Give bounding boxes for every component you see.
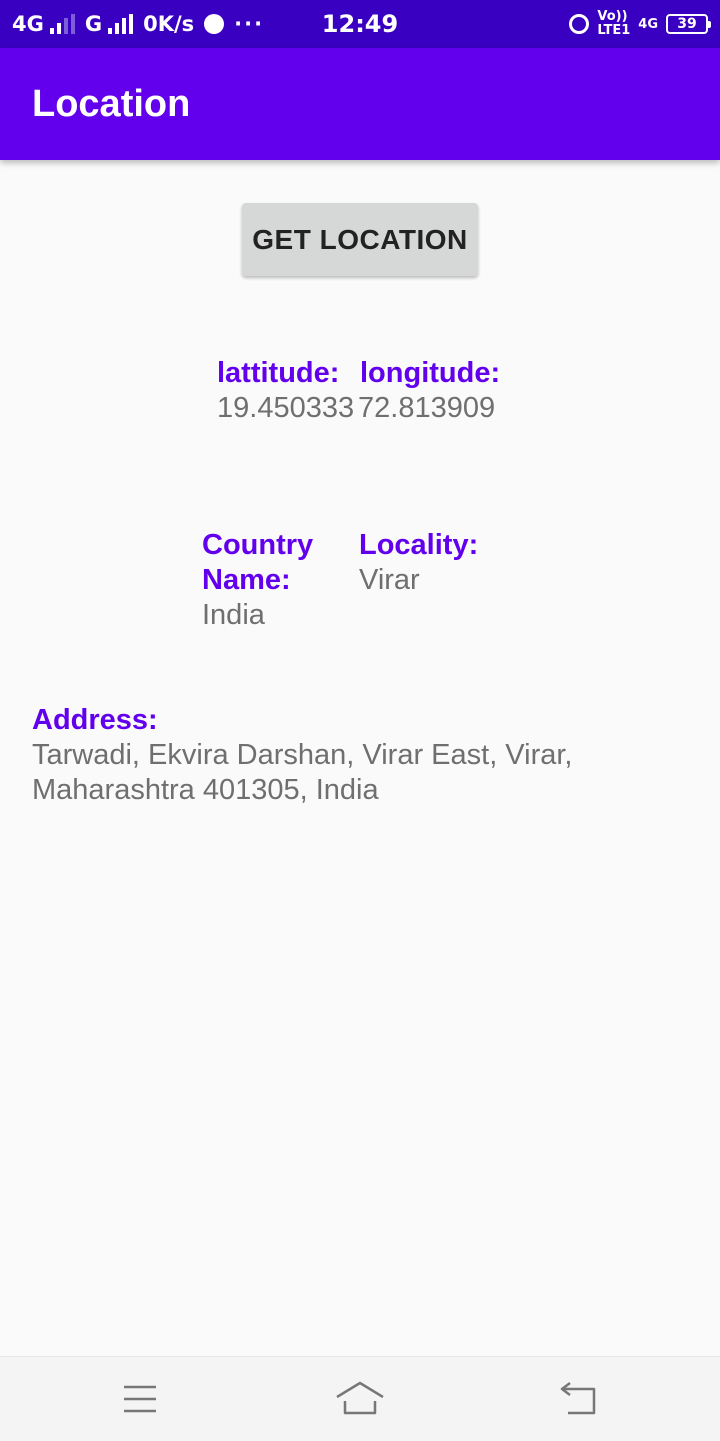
- country-label-line1: Country: [202, 529, 314, 561]
- longitude-label: longitude:: [360, 357, 501, 389]
- menu-icon[interactable]: [120, 1379, 160, 1419]
- battery-level: 39: [677, 16, 697, 32]
- latitude-label: lattitude:: [217, 357, 340, 389]
- network-4g-label: 4G: [638, 16, 658, 32]
- app-bar: Location: [0, 48, 720, 160]
- home-icon[interactable]: [335, 1379, 385, 1419]
- locality-value: Virar: [359, 564, 420, 596]
- alarm-icon: [569, 14, 590, 34]
- status-right: Vo)) LTE1 4G 39: [569, 0, 711, 48]
- address-line2: Maharashtra 401305, India: [32, 774, 379, 806]
- get-location-button[interactable]: GET LOCATION: [242, 203, 478, 276]
- status-bar: 4G G 0K/s ··· 12:49 Vo)) LTE1 4G 39: [0, 0, 720, 48]
- battery-icon: 39: [666, 14, 711, 34]
- address-line1: Tarwadi, Ekvira Darshan, Virar East, Vir…: [32, 739, 573, 771]
- volte-indicator: Vo)) LTE1: [597, 10, 630, 38]
- latitude-value: 19.450333: [217, 392, 355, 424]
- app-bar-title: Location: [32, 83, 191, 125]
- volte-label: Vo)): [597, 9, 628, 24]
- back-icon[interactable]: [558, 1379, 600, 1419]
- locality-label: Locality:: [359, 529, 479, 561]
- country-label-line2: Name:: [202, 564, 291, 596]
- address-label: Address:: [32, 704, 158, 736]
- longitude-value: 72.813909: [358, 392, 496, 424]
- navigation-bar: [0, 1356, 720, 1441]
- lte-label: LTE1: [597, 23, 631, 38]
- country-value: India: [202, 599, 265, 631]
